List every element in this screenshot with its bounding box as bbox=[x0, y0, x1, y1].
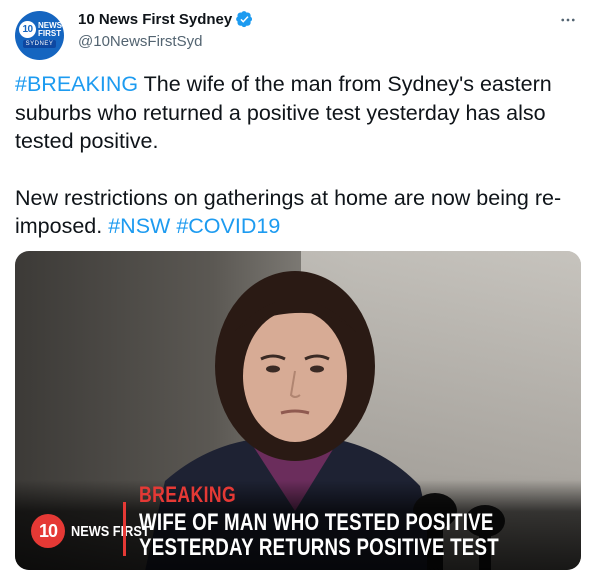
hashtag-nsw[interactable]: #NSW bbox=[108, 214, 170, 238]
chyron-headline: WIFE OF MAN WHO TESTED POSITIVE YESTERDA… bbox=[139, 509, 499, 561]
avatar-city: SYDNEY bbox=[22, 40, 57, 48]
chyron-logo-text: NEWS FIRST bbox=[71, 522, 150, 540]
tweet-paragraph-2-text: New restrictions on gatherings at home a… bbox=[15, 185, 562, 239]
verified-badge-icon bbox=[236, 11, 253, 28]
chyron-logo-number: 10 bbox=[31, 514, 65, 548]
handle[interactable]: @10NewsFirstSyd bbox=[78, 33, 202, 50]
avatar-logo-number: 10 bbox=[19, 21, 36, 38]
avatar-logo-text: NEWS FIRST bbox=[38, 20, 62, 38]
hashtag-breaking[interactable]: #BREAKING bbox=[15, 72, 138, 96]
avatar[interactable]: 10 NEWS FIRST SYDNEY bbox=[15, 11, 64, 60]
display-name-text: 10 News First Sydney bbox=[78, 11, 233, 28]
display-name[interactable]: 10 News First Sydney bbox=[78, 11, 253, 28]
ellipsis-icon bbox=[561, 18, 575, 22]
news-chyron: 10 NEWS FIRST BREAKING WIFE OF MAN WHO T… bbox=[15, 480, 581, 570]
hashtag-covid19[interactable]: #COVID19 bbox=[176, 214, 280, 238]
more-options-icon[interactable] bbox=[557, 9, 579, 31]
tweet-paragraph-2: New restrictions on gatherings at home a… bbox=[15, 184, 585, 241]
tweet: 10 NEWS FIRST SYDNEY 10 News First Sydne… bbox=[0, 0, 595, 580]
chyron-divider bbox=[123, 502, 126, 556]
media-image[interactable]: 10 NEWS FIRST BREAKING WIFE OF MAN WHO T… bbox=[15, 251, 581, 570]
tweet-paragraph-1: #BREAKING The wife of the man from Sydne… bbox=[15, 70, 585, 156]
tweet-text: #BREAKING The wife of the man from Sydne… bbox=[15, 70, 585, 241]
chyron-breaking-label: BREAKING bbox=[139, 482, 237, 507]
avatar-logo: 10 NEWS FIRST bbox=[19, 20, 62, 38]
